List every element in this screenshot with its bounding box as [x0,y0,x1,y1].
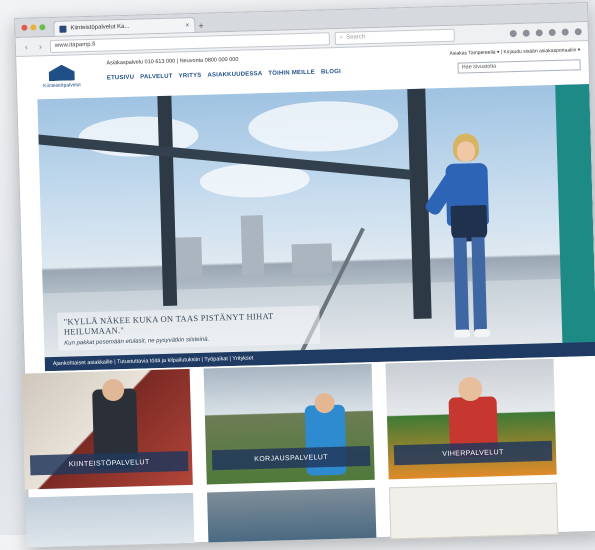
url-text: www.itapamp.fi [54,41,96,49]
close-tab-icon[interactable]: × [185,22,189,29]
hero-quote-box: "KYLLÄ NÄKEE KUKA ON TAAS PISTÄNYT HIHAT… [57,305,321,351]
service-label[interactable]: KIINTEISTÖPALVELUT [29,450,189,476]
city-building [291,243,333,275]
service-card-lower[interactable] [388,482,559,540]
quick-links-text[interactable]: Ajankohtaiset asiakkaille | Tutustuttavi… [53,355,254,367]
cloud-shape [247,99,399,154]
close-dot[interactable] [21,24,28,31]
site-search-input[interactable]: Hae sivustolta [457,59,581,74]
logo-text: Kiinteistöpalvelut [43,82,81,90]
download-icon[interactable] [522,29,530,37]
back-icon[interactable]: ‹ [22,42,31,51]
bookmark-icon[interactable] [509,29,517,37]
window-controls [21,18,46,37]
extension-icon[interactable] [561,28,569,36]
search-placeholder: Search [346,34,366,41]
home-icon[interactable] [535,28,543,36]
service-card-lower[interactable] [25,492,195,548]
nav-item-palvelut[interactable]: PALVELUT [140,74,173,81]
tab-title: Kiinteistöpalvelut Ka... [70,23,130,32]
cleaner-figure [423,132,513,344]
service-cards: KIINTEISTÖPALVELUT KORJAUSPALVELUT VIHER… [21,358,567,549]
nav-item-toihin-meille[interactable]: TÖIHIN MEILLE [268,70,315,77]
service-card-viher[interactable]: VIHERPALVELUT [385,358,557,480]
maximize-dot[interactable] [39,24,46,31]
nav-item-yritys[interactable]: YRITYS [179,73,202,80]
main-navigation: ETUSIVU PALVELUT YRITYS ASIAKKUUDESSA TÖ… [107,66,431,82]
minimize-dot[interactable] [30,24,37,31]
nav-item-etusivu[interactable]: ETUSIVU [107,75,135,82]
service-card-kiinteisto[interactable]: KIINTEISTÖPALVELUT [21,368,193,490]
house-logo-icon [48,64,74,81]
magnifier-icon: ⌕ [339,34,344,41]
new-tab-button[interactable]: + [198,19,212,31]
top-links[interactable]: Asiakas Tampereella ▾ | Kirjaudu sisään … [430,47,580,57]
hero-quote: "KYLLÄ NÄKEE KUKA ON TAAS PISTÄNYT HIHAT… [63,310,274,337]
site-logo[interactable]: Kiinteistöpalvelut [30,64,93,100]
teal-wall [555,83,595,357]
service-label[interactable]: KORJAUSPALVELUT [211,445,371,471]
hero-subquote: Kun pakkat pesemään etulasit, ne pysyvät… [64,336,210,347]
contact-line: Asiakaspalvelu 010 613 000 | Neuvonta 08… [106,56,239,67]
site-favicon-icon [59,25,67,33]
hero-banner: "KYLLÄ NÄKEE KUKA ON TAAS PISTÄNYT HIHAT… [37,83,595,372]
service-card-lower[interactable] [207,487,377,543]
header-right: Asiakas Tampereella ▾ | Kirjaudu sisään … [430,44,581,88]
nav-item-asiakkuudessa[interactable]: ASIAKKUUDESSA [207,71,262,79]
browser-search-field[interactable]: ⌕ Search [334,28,455,45]
toolbar-icons [509,27,582,37]
menu-icon[interactable] [574,27,582,35]
share-icon[interactable] [548,28,556,36]
forward-icon[interactable]: › [36,42,45,51]
city-building [240,215,265,276]
nav-item-blogi[interactable]: BLOGI [321,69,341,76]
service-label[interactable]: VIHERPALVELUT [393,440,553,466]
service-card-korjaus[interactable]: KORJAUSPALVELUT [203,363,375,485]
